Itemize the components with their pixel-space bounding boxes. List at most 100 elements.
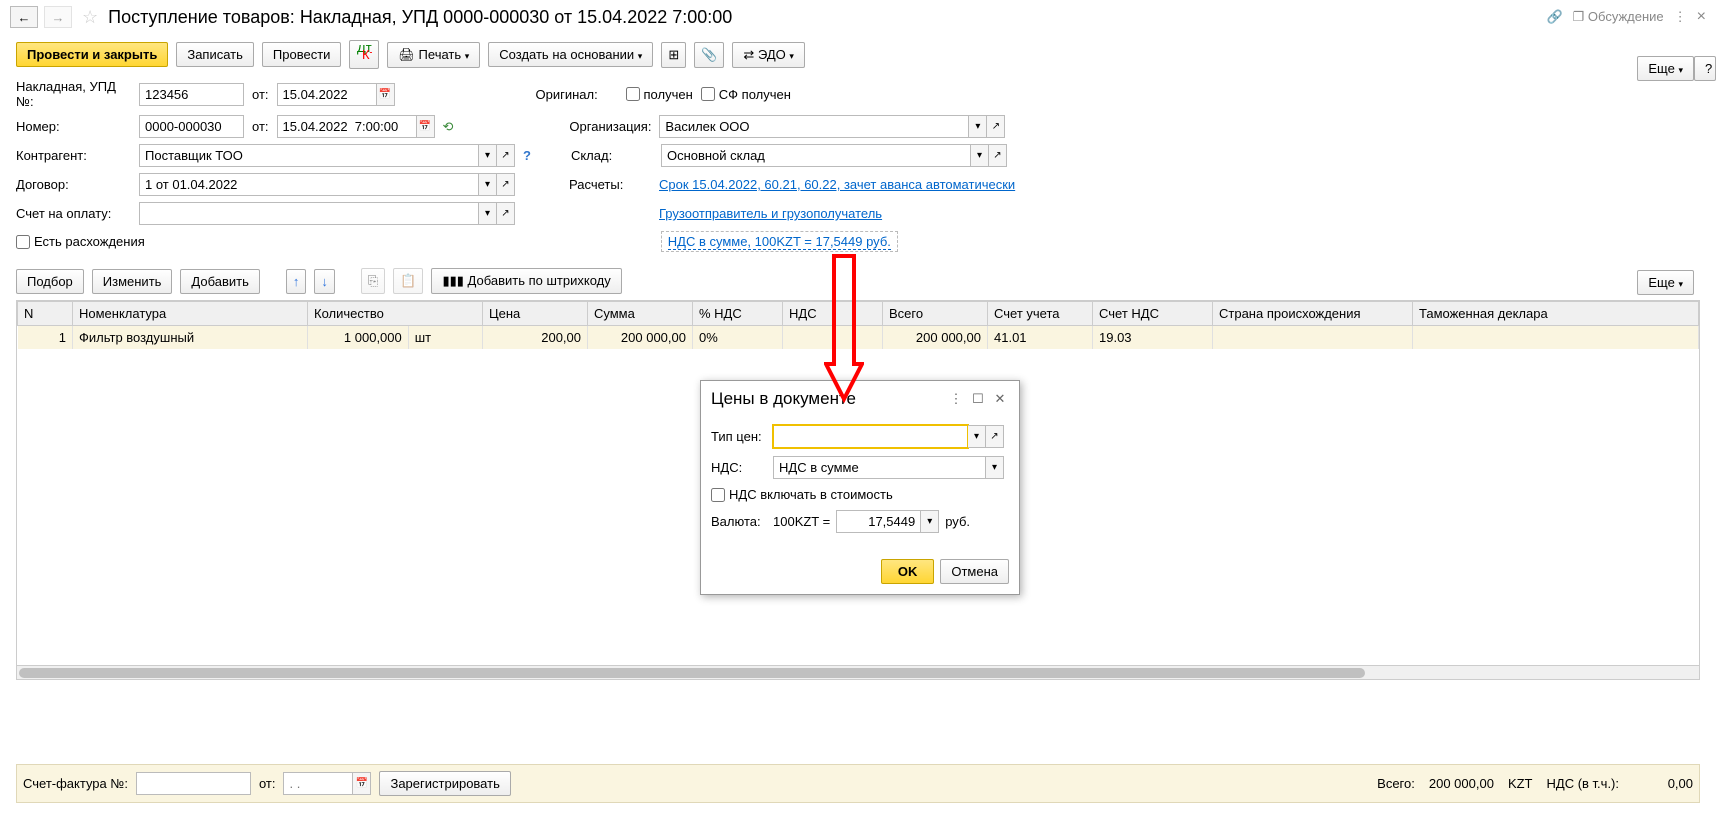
dtkt-button[interactable]: ДтКт	[349, 40, 379, 69]
sf-date-input[interactable]	[283, 772, 353, 795]
dialog-close-icon[interactable]: ✕	[991, 390, 1009, 408]
dropdown-icon[interactable]: ▾	[986, 456, 1004, 479]
col-total: Всего	[883, 302, 988, 326]
org-label: Организация:	[569, 119, 651, 134]
number-label: Номер:	[16, 119, 131, 134]
received-checkbox[interactable]: получен	[626, 87, 693, 102]
col-n: N	[18, 302, 73, 326]
register-button[interactable]: Зарегистрировать	[379, 771, 510, 796]
post-button[interactable]: Провести	[262, 42, 342, 67]
currency-value: KZT	[1508, 776, 1533, 791]
invoice-date-input[interactable]	[277, 83, 377, 106]
calendar-icon[interactable]: 📅	[377, 83, 395, 106]
original-label: Оригинал:	[536, 87, 618, 102]
print-button[interactable]: 🖨 Печать ▾	[387, 42, 480, 68]
col-sum: Сумма	[588, 302, 693, 326]
help-button[interactable]: ?	[1694, 56, 1716, 81]
dialog-kebab-icon[interactable]: ⋮	[947, 390, 965, 408]
shipper-link[interactable]: Грузоотправитель и грузополучатель	[659, 206, 882, 221]
dropdown-icon[interactable]: ▾	[479, 202, 497, 225]
warehouse-select[interactable]	[661, 144, 971, 167]
dropdown-icon[interactable]: ▾	[479, 173, 497, 196]
contr-select[interactable]	[139, 144, 479, 167]
move-up-button[interactable]: ↑	[286, 269, 307, 294]
open-icon[interactable]: ↗	[497, 173, 515, 196]
write-button[interactable]: Записать	[176, 42, 254, 67]
sf-number-input[interactable]	[136, 772, 251, 795]
help-link[interactable]: ?	[523, 148, 531, 163]
invoice-pay-label: Счет на оплату:	[16, 206, 131, 221]
struct-button[interactable]: ⊞	[661, 42, 686, 68]
refresh-icon[interactable]: ⟲	[443, 119, 454, 135]
more-button[interactable]: Еще ▾	[1637, 56, 1694, 81]
total-value: 200 000,00	[1429, 776, 1494, 791]
calendar-icon[interactable]: 📅	[353, 772, 371, 795]
number-date-input[interactable]	[277, 115, 417, 138]
col-nom: Номенклатура	[73, 302, 308, 326]
vat-label: НДС (в т.ч.):	[1547, 776, 1620, 791]
nav-back-button[interactable]: ←	[10, 6, 38, 28]
kebab-icon[interactable]: ⋮	[1674, 9, 1687, 25]
open-icon[interactable]: ↗	[497, 202, 515, 225]
table-more-button[interactable]: Еще ▾	[1637, 270, 1694, 295]
ok-button[interactable]: OK	[881, 559, 935, 584]
move-down-button[interactable]: ↓	[314, 269, 335, 294]
dropdown-icon[interactable]: ▾	[968, 425, 986, 448]
cancel-button[interactable]: Отмена	[940, 559, 1009, 584]
post-close-button[interactable]: Провести и закрыть	[16, 42, 168, 67]
open-icon[interactable]: ↗	[987, 115, 1005, 138]
attach-button[interactable]: 📎	[694, 42, 724, 68]
create-based-button[interactable]: Создать на основании ▾	[488, 42, 653, 67]
vat-label: НДС:	[711, 460, 767, 475]
nav-forward-button[interactable]: →	[44, 6, 72, 28]
open-icon[interactable]: ↗	[989, 144, 1007, 167]
sf-from-label: от:	[259, 776, 276, 791]
discuss-icon[interactable]: ❐ Обсуждение	[1573, 9, 1664, 25]
select-button[interactable]: Подбор	[16, 269, 84, 294]
prices-dialog: Цены в документе ⋮ ☐ ✕ Тип цен: ▾↗ НДС: …	[700, 380, 1020, 595]
change-button[interactable]: Изменить	[92, 269, 173, 294]
star-icon[interactable]: ☆	[82, 7, 98, 28]
col-price: Цена	[483, 302, 588, 326]
calendar-icon[interactable]: 📅	[417, 115, 435, 138]
invoice-input[interactable]	[139, 83, 244, 106]
expenditure-checkbox[interactable]: Есть расхождения	[16, 234, 145, 249]
barcode-button[interactable]: ▮▮▮ Добавить по штрихкоду	[431, 268, 621, 294]
close-icon[interactable]: ×	[1697, 8, 1706, 26]
vat-select[interactable]	[773, 456, 986, 479]
page-title: Поступление товаров: Накладная, УПД 0000…	[108, 7, 732, 28]
number-input[interactable]	[139, 115, 244, 138]
price-type-select[interactable]	[773, 425, 968, 448]
table-row[interactable]: 1 Фильтр воздушный 1 000,000 шт 200,00 2…	[18, 326, 1699, 350]
org-select[interactable]	[659, 115, 969, 138]
h-scrollbar[interactable]	[17, 665, 1699, 679]
total-label: Всего:	[1377, 776, 1415, 791]
vat-link[interactable]: НДС в сумме, 100KZT = 17,5449 руб.	[668, 234, 891, 250]
copy-button[interactable]: ⎘	[361, 268, 385, 294]
edo-button[interactable]: ⇄ ЭДО ▾	[732, 42, 805, 68]
col-vat: НДС	[783, 302, 883, 326]
from-label2: от:	[252, 119, 269, 134]
dropdown-icon[interactable]: ▾	[479, 144, 497, 167]
link-icon[interactable]: 🔗	[1546, 9, 1562, 25]
contract-select[interactable]	[139, 173, 479, 196]
open-icon[interactable]: ↗	[497, 144, 515, 167]
open-icon[interactable]: ↗	[986, 425, 1004, 448]
currency-label: Валюта:	[711, 514, 767, 529]
add-button[interactable]: Добавить	[180, 269, 259, 294]
invoice-label: Накладная, УПД №:	[16, 79, 131, 109]
currency-suffix: руб.	[945, 514, 970, 529]
rate-input[interactable]	[836, 510, 921, 533]
dialog-maximize-icon[interactable]: ☐	[969, 390, 987, 408]
contr-label: Контрагент:	[16, 148, 131, 163]
sf-received-checkbox[interactable]: СФ получен	[701, 87, 791, 102]
dropdown-icon[interactable]: ▾	[971, 144, 989, 167]
calc-link[interactable]: Срок 15.04.2022, 60.21, 60.22, зачет ава…	[659, 177, 1015, 192]
dropdown-icon[interactable]: ▾	[921, 510, 939, 533]
currency-prefix: 100KZT =	[773, 514, 830, 529]
paste-button[interactable]: 📋	[393, 268, 423, 294]
svg-text:Кт: Кт	[362, 47, 372, 61]
vat-include-checkbox[interactable]: НДС включать в стоимость	[711, 487, 893, 502]
invoice-pay-select[interactable]	[139, 202, 479, 225]
dropdown-icon[interactable]: ▾	[969, 115, 987, 138]
